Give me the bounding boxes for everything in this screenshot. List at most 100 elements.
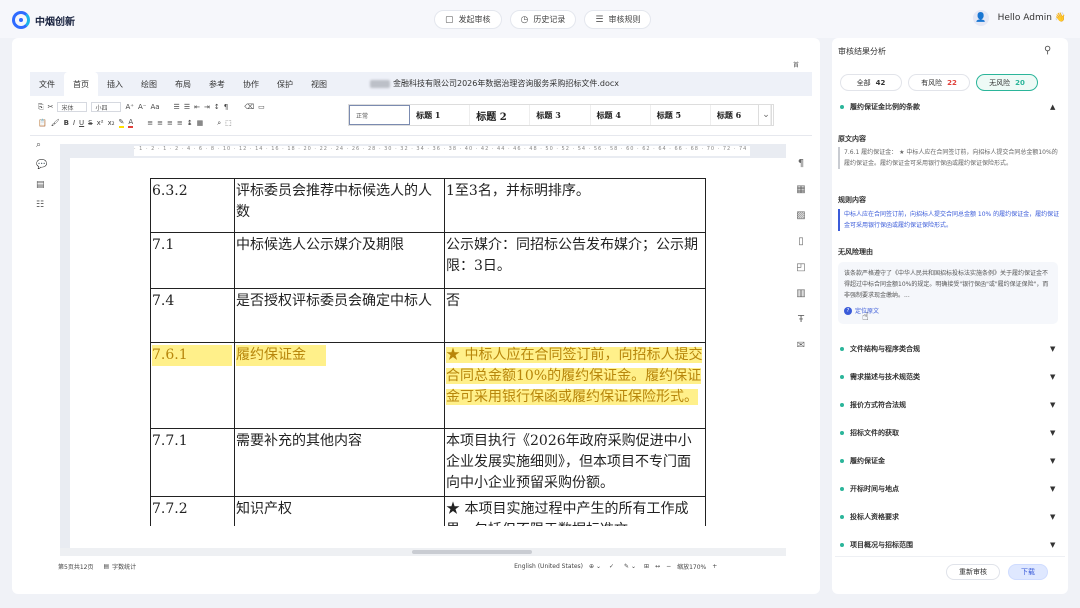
user-search-icon[interactable]: ⚲ — [1044, 45, 1051, 56]
chevron-down-icon[interactable]: ▼ — [1050, 373, 1055, 381]
format-painter-icon[interactable]: 🖌 — [51, 119, 60, 127]
font-size-select[interactable]: 小四 — [91, 102, 122, 112]
cut-icon[interactable]: ✂ — [48, 103, 54, 111]
image-icon[interactable]: ▨ — [796, 210, 805, 221]
chevron-up-icon[interactable]: ▲ — [1050, 103, 1055, 111]
section-header[interactable]: 报价方式符合法规 ▼ — [840, 400, 1055, 410]
subscript-icon[interactable]: x₂ — [108, 119, 115, 127]
section-header[interactable]: 文件结构与程序类合规 ▼ — [840, 344, 1055, 354]
section-header[interactable]: 履约保证金 ▼ — [840, 456, 1055, 466]
line-spacing-icon[interactable]: ↨ — [187, 119, 193, 127]
horizontal-scrollbar[interactable] — [60, 548, 786, 556]
rules-button[interactable]: ☰ 审核规则 — [584, 10, 652, 29]
edit-mode-icon[interactable]: ✎ ⌄ — [624, 563, 636, 570]
menu-references[interactable]: 参考 — [200, 72, 234, 96]
chevron-down-icon[interactable]: ▼ — [1050, 457, 1055, 465]
spellcheck-icon[interactable]: ✓ — [609, 563, 614, 570]
row-number[interactable]: 7.7.1 — [150, 428, 235, 497]
style-heading-3[interactable]: 标题 3 — [530, 105, 591, 125]
language-select[interactable]: English (United States) — [514, 563, 583, 570]
list-number-icon[interactable]: ☰ — [184, 103, 190, 111]
align-right-icon[interactable]: ≡ — [167, 119, 173, 127]
document-canvas[interactable]: 6.3.2 评标委员会推荐中标候选人的人数 1至3名，并标明排序。 7.1 中标… — [70, 158, 786, 526]
row-item[interactable]: 是否授权评标委员会确定中标人 — [234, 288, 445, 343]
text-box-icon[interactable]: ▭ — [258, 103, 265, 111]
row-number[interactable]: 7.7.2 — [150, 496, 235, 526]
underline-icon[interactable]: U — [79, 119, 84, 127]
row-content[interactable]: 1至3名，并标明排序。 — [444, 178, 706, 233]
zoom-out-icon[interactable]: − — [666, 563, 671, 570]
row-item[interactable]: 知识产权 — [234, 496, 445, 526]
document-page[interactable]: 6.3.2 评标委员会推荐中标候选人的人数 1至3名，并标明排序。 7.1 中标… — [70, 158, 786, 526]
section-header[interactable]: 投标人资格要求 ▼ — [840, 512, 1055, 522]
style-heading-1[interactable]: 标题 1 — [410, 105, 471, 125]
row-content[interactable]: 否 — [444, 288, 706, 343]
zoom-level[interactable]: 缩放170% — [677, 562, 706, 571]
chevron-down-icon[interactable]: ▼ — [1050, 429, 1055, 437]
section-header[interactable]: 需求描述与技术规范类 ▼ — [840, 372, 1055, 382]
row-content[interactable]: 本项目执行《2026年政府采购促进中小企业发展实施细则》，但本项目不专门面向中小… — [444, 428, 706, 497]
row-number[interactable]: 7.6.1 — [150, 342, 235, 429]
row-number[interactable]: 7.4 — [150, 288, 235, 343]
grow-font-icon[interactable]: A⁺ — [125, 103, 133, 111]
outline-icon[interactable]: ☷ — [36, 200, 52, 210]
paragraph-icon[interactable]: ¶ — [798, 158, 804, 169]
chevron-down-icon[interactable]: ▼ — [1050, 485, 1055, 493]
review-icon[interactable]: ▤ — [36, 180, 52, 190]
row-item[interactable]: 评标委员会推荐中标候选人的人数 — [234, 178, 445, 233]
chevron-down-icon[interactable]: ▼ — [1050, 345, 1055, 353]
shape-icon[interactable]: ◰ — [796, 262, 805, 273]
italic-icon[interactable]: I — [73, 119, 75, 127]
outdent-icon[interactable]: ⇥ — [204, 103, 210, 111]
chart-icon[interactable]: ▥ — [796, 288, 805, 299]
font-case-icon[interactable]: Aa — [150, 103, 159, 111]
menu-home[interactable]: 首页 — [64, 72, 98, 96]
row-item[interactable]: 履约保证金 — [234, 342, 445, 429]
row-number[interactable]: 6.3.2 — [150, 178, 235, 233]
brand-logo[interactable]: 中烟创新 — [12, 11, 75, 29]
style-gallery-expand-icon[interactable]: ⌄ — [758, 104, 774, 126]
horizontal-ruler[interactable]: · 1 · 2 · 1 · 2 · 4 · 6 · 8 · 10 · 12 · … — [60, 144, 786, 158]
search-icon[interactable]: ⌕ — [36, 140, 52, 150]
row-number[interactable]: 7.1 — [150, 232, 235, 289]
table-icon[interactable]: ▦ — [796, 184, 805, 195]
style-heading-5[interactable]: 标题 5 — [651, 105, 711, 125]
fit-page-icon[interactable]: ⊞ — [644, 563, 649, 570]
bold-icon[interactable]: B — [64, 119, 69, 127]
user-menu[interactable]: 👤 Hello Admin 👋 — [972, 10, 1066, 26]
fit-width-icon[interactable]: ↔ — [655, 563, 660, 570]
history-button[interactable]: ◷ 历史记录 — [509, 10, 577, 29]
menu-file[interactable]: 文件 — [30, 72, 64, 96]
page-count[interactable]: 第5页共12页 — [58, 562, 93, 571]
menu-protect[interactable]: 保护 — [268, 72, 302, 96]
highlight-icon[interactable]: ✎ — [118, 118, 125, 128]
font-name-select[interactable]: 宋体 — [57, 102, 88, 112]
text-art-icon[interactable]: Ŧ — [798, 314, 804, 325]
page-icon[interactable]: ▯ — [798, 236, 804, 247]
strikethrough-icon[interactable]: S — [88, 119, 92, 127]
download-button[interactable]: 下载 — [1008, 564, 1048, 580]
font-color-icon[interactable]: A — [128, 118, 134, 128]
scroll-thumb[interactable] — [412, 550, 532, 554]
find-icon[interactable]: ⌕ — [217, 119, 221, 128]
new-audit-button[interactable]: ▢ 发起审核 — [434, 10, 502, 29]
filter-risk[interactable]: 有风险 22 — [908, 74, 970, 91]
row-item[interactable]: 需要补充的其他内容 — [234, 428, 445, 497]
align-left-icon[interactable]: ≡ — [147, 119, 153, 127]
globe-icon[interactable]: ⊕ ⌄ — [589, 563, 601, 570]
section-header[interactable]: 开标时间与地点 ▼ — [840, 484, 1055, 494]
shrink-font-icon[interactable]: A⁻ — [138, 103, 146, 111]
menu-insert[interactable]: 插入 — [98, 72, 132, 96]
row-item[interactable]: 中标候选人公示媒介及期限 — [234, 232, 445, 289]
superscript-icon[interactable]: x² — [97, 119, 104, 127]
row-content[interactable]: ★ 本项目实施过程中产生的所有工作成果，包括但不限于数据标准文 — [444, 496, 706, 526]
clear-format-icon[interactable]: ⌫ — [244, 103, 254, 111]
filter-all[interactable]: 全部 42 — [840, 74, 902, 91]
align-center-icon[interactable]: ≡ — [157, 119, 163, 127]
menu-draw[interactable]: 绘图 — [132, 72, 166, 96]
comment-icon[interactable]: 💬 — [36, 160, 52, 170]
justify-icon[interactable]: ≡ — [177, 119, 183, 127]
row-content[interactable]: 公示媒介：同招标公告发布媒介；公示期限：3日。 — [444, 232, 706, 289]
chevron-down-icon[interactable]: ▼ — [1050, 513, 1055, 521]
recheck-button[interactable]: 重新审核 — [946, 564, 1000, 580]
